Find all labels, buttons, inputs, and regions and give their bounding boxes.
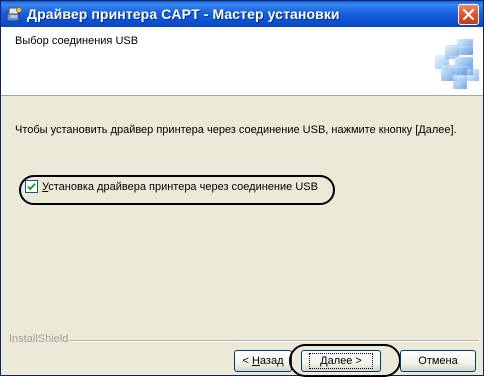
- footer-divider: [69, 340, 479, 342]
- page-title: Выбор соединения USB: [15, 35, 139, 47]
- back-button-label: азад: [259, 355, 284, 367]
- checkmark-icon: [27, 183, 36, 191]
- usb-driver-checkbox-label: Установка драйвера принтера через соедин…: [42, 181, 318, 193]
- close-icon: [462, 8, 475, 21]
- next-button-mnemonic: Д: [320, 355, 328, 367]
- back-button[interactable]: < Назад: [234, 350, 292, 372]
- usb-driver-checkbox-text: становка драйвера принтера через соедине…: [48, 180, 318, 193]
- installer-window: Драйвер принтера CAPT - Мастер установки…: [0, 0, 484, 377]
- instruction-text: Чтобы установить драйвер принтера через …: [15, 124, 457, 136]
- usb-driver-checkbox-row[interactable]: Установка драйвера принтера через соедин…: [25, 180, 318, 193]
- close-button[interactable]: [458, 4, 479, 25]
- back-button-mnemonic: Н: [251, 355, 260, 367]
- installshield-brand: InstallShield: [9, 333, 69, 345]
- back-button-prefix: <: [242, 355, 252, 367]
- installer-icon: [6, 6, 22, 22]
- cancel-button[interactable]: Отмена: [400, 350, 476, 372]
- content-area: Чтобы установить драйвер принтера через …: [1, 96, 483, 376]
- usb-driver-checkbox[interactable]: [25, 180, 38, 193]
- window-title: Драйвер принтера CAPT - Мастер установки: [27, 6, 340, 22]
- next-button-label: алее >: [327, 355, 362, 367]
- title-bar[interactable]: Драйвер принтера CAPT - Мастер установки: [1, 1, 483, 27]
- next-button-focus: Далее >: [309, 353, 373, 369]
- next-button[interactable]: Далее >: [301, 350, 381, 372]
- header-panel: Выбор соединения USB: [1, 27, 483, 96]
- installshield-boxes-icon: [433, 35, 481, 93]
